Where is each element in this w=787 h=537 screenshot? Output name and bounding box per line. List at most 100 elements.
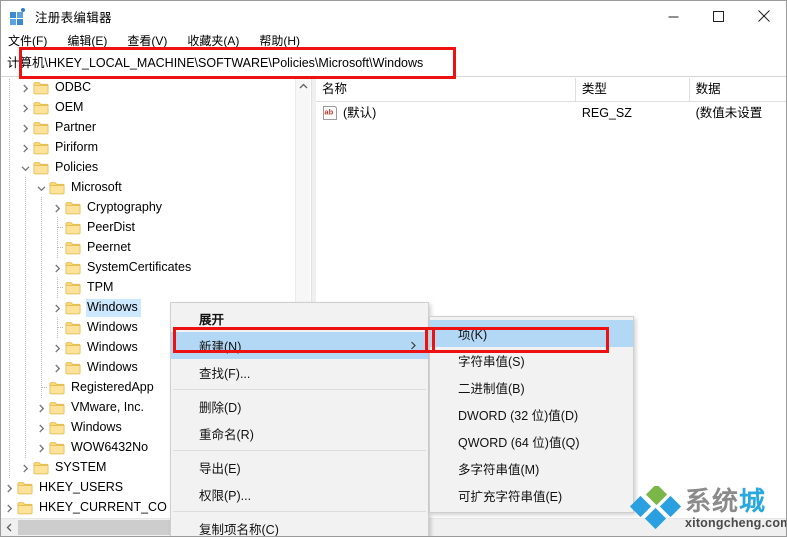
chevron-right-icon[interactable] [17, 78, 33, 98]
tree-indent-guide [1, 417, 17, 438]
tree-item-label: Piriform [55, 140, 99, 154]
tree-indent-guide [1, 237, 17, 258]
chevron-right-icon[interactable] [1, 498, 17, 518]
chevron-right-icon[interactable] [17, 138, 33, 158]
tree-indent-guide [33, 357, 49, 378]
chevron-down-icon[interactable] [17, 158, 33, 178]
tree-indent-guide [1, 217, 17, 238]
column-header-name[interactable]: 名称 [316, 78, 576, 101]
chevron-right-icon[interactable] [49, 298, 65, 318]
tree-item-policies[interactable]: Policies [1, 157, 298, 178]
context-menu-item-label: 导出(E) [199, 462, 241, 476]
tree-item-label: Partner [55, 120, 96, 134]
tree-indent-guide [1, 337, 17, 358]
submenu-item-1[interactable]: 字符串值(S) [430, 347, 633, 374]
tree-item-label: Windows [87, 320, 138, 334]
tree-item-cryptography[interactable]: Cryptography [1, 197, 298, 218]
chevron-right-icon[interactable] [49, 258, 65, 278]
scroll-left-button[interactable] [1, 519, 18, 536]
context-menu-item-3[interactable]: 删除(D) [171, 393, 428, 420]
submenu-item-4[interactable]: QWORD (64 位)值(Q) [430, 428, 633, 455]
tree-item-piriform[interactable]: Piriform [1, 137, 298, 158]
submenu-item-label: 可扩充字符串值(E) [458, 490, 563, 504]
context-menu-item-label: 展开 [199, 313, 225, 327]
tree-item-label: Windows [87, 360, 138, 374]
tree-item-microsoft[interactable]: Microsoft [1, 177, 298, 198]
new-submenu: 项(K) 字符串值(S) 二进制值(B) DWORD (32 位)值(D) QWORD … [429, 316, 634, 513]
folder-icon [33, 158, 51, 178]
tree-item-partner[interactable]: Partner [1, 117, 298, 138]
tree-indent-guide [33, 257, 49, 278]
context-menu-item-2[interactable]: 查找(F)... [171, 359, 428, 386]
context-menu-item-0[interactable]: 展开 [171, 305, 428, 332]
ab-string-icon: ab [322, 105, 338, 121]
menu-favorites[interactable]: 收藏夹(A) [187, 32, 247, 49]
tree-item-label: SystemCertificates [87, 260, 192, 274]
tree-item-label: ODBC [55, 80, 92, 94]
chevron-right-icon[interactable] [33, 418, 49, 438]
folder-icon [65, 318, 83, 338]
folder-icon [33, 118, 51, 138]
context-menu-item-1[interactable]: 新建(N) [171, 332, 428, 359]
chevron-right-icon[interactable] [49, 338, 65, 358]
submenu-item-3[interactable]: DWORD (32 位)值(D) [430, 401, 633, 428]
tree-indent-guide [33, 277, 49, 298]
menu-edit[interactable]: 编辑(E) [67, 32, 115, 49]
tree-item-peernet[interactable]: Peernet [1, 237, 298, 258]
minimize-icon [668, 16, 679, 17]
tree-item-label: Windows [87, 340, 138, 354]
chevron-right-icon[interactable] [17, 458, 33, 478]
tree-item-label: RegisteredApp [71, 380, 154, 394]
menu-view[interactable]: 查看(V) [127, 32, 175, 49]
folder-icon [33, 458, 51, 478]
context-menu-item-label: 新建(N) [199, 340, 242, 354]
chevron-right-icon[interactable] [49, 198, 65, 218]
context-menu-item-4[interactable]: 重命名(R) [171, 420, 428, 447]
tree-indent-guide [1, 457, 17, 478]
maximize-button[interactable] [696, 1, 741, 31]
context-menu-item-6[interactable]: 权限(P)... [171, 481, 428, 508]
context-menu-item-label: 重命名(R) [199, 428, 254, 442]
chevron-right-icon[interactable] [33, 438, 49, 458]
tree-indent-guide [17, 297, 33, 318]
chevron-right-icon[interactable] [49, 358, 65, 378]
close-icon [757, 10, 770, 22]
close-button[interactable] [741, 1, 786, 31]
minimize-button[interactable] [651, 1, 696, 31]
tree-item-oem[interactable]: OEM [1, 97, 298, 118]
folder-icon [65, 278, 83, 298]
tree-indent-guide [1, 297, 17, 318]
tree-item-odbc[interactable]: ODBC [1, 78, 298, 98]
tree-item-systemcertificates[interactable]: SystemCertificates [1, 257, 298, 278]
chevron-right-icon[interactable] [33, 398, 49, 418]
submenu-item-6[interactable]: 可扩充字符串值(E) [430, 482, 633, 509]
xitongcheng-logo-icon [629, 486, 682, 530]
table-row[interactable]: ab (默认) REG_SZ (数值未设置 [316, 102, 786, 124]
tree-indent-guide [33, 317, 49, 338]
column-header-data[interactable]: 数据 [690, 78, 786, 101]
chevron-right-icon[interactable] [17, 118, 33, 138]
chevron-right-icon[interactable] [17, 98, 33, 118]
submenu-item-0[interactable]: 项(K) [430, 320, 633, 347]
tree-item-peerdist[interactable]: PeerDist [1, 217, 298, 238]
tree-indent-guide [1, 177, 17, 198]
folder-icon [49, 178, 67, 198]
menu-help[interactable]: 帮助(H) [259, 32, 308, 49]
address-input[interactable]: 计算机\HKEY_LOCAL_MACHINE\SOFTWARE\Policies… [1, 52, 786, 74]
tree-item-label: OEM [55, 100, 84, 114]
chevron-right-icon[interactable] [1, 478, 17, 498]
chevron-down-icon[interactable] [33, 178, 49, 198]
tree-indent-guide [1, 397, 17, 418]
scroll-up-button[interactable] [296, 78, 311, 94]
context-menu-item-5[interactable]: 导出(E) [171, 454, 428, 481]
submenu-item-5[interactable]: 多字符串值(M) [430, 455, 633, 482]
tree-item-tpm[interactable]: TPM [1, 277, 298, 298]
tree-indent-guide [17, 337, 33, 358]
menu-file[interactable]: 文件(F) [8, 32, 55, 49]
context-menu-item-7[interactable]: 复制项名称(C) [171, 515, 428, 536]
watermark-title-right: 城 [739, 486, 767, 516]
column-header-type[interactable]: 类型 [576, 78, 690, 101]
list-column-headers: 名称 类型 数据 [316, 78, 786, 102]
submenu-item-2[interactable]: 二进制值(B) [430, 374, 633, 401]
folder-icon [49, 398, 67, 418]
